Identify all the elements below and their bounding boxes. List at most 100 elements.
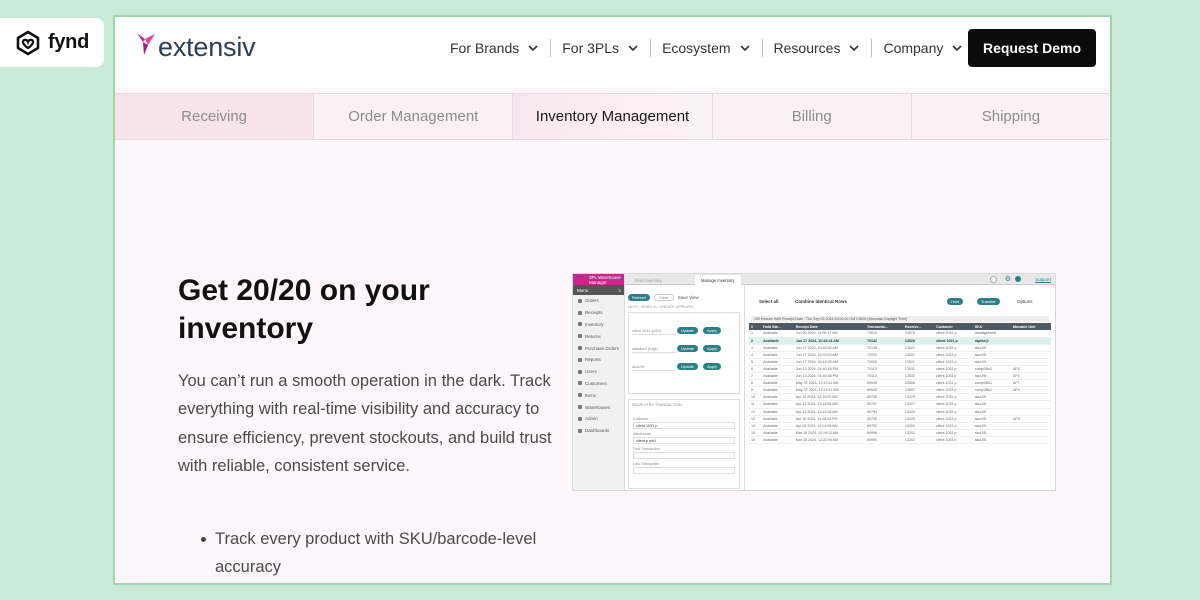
menu-for-3pls[interactable]: For 3PLs (551, 40, 650, 56)
table-header-cell: Movable Unit (1010, 323, 1051, 330)
app-sidebar-label: Users (585, 369, 597, 375)
app-results-bar: 100 Results With Receipt Date : Thu Sep … (751, 316, 1049, 322)
table-row: 13 Available Apr 10 2024, 11:48:23 PM 69795… (749, 415, 1051, 423)
table-cell: comp2Bu1 (972, 386, 1011, 395)
table-row: 7 Available Jun 13 2024, 01:40:08 PM 70113 1… (749, 372, 1051, 381)
app-customer-select: client 1031 p (633, 422, 735, 429)
app-tab-manage-inventory: Manage Inventory (695, 275, 741, 285)
table-cell: 13 (749, 415, 762, 423)
table-cell: skuUSt (972, 415, 1011, 423)
table-cell: 70113 (865, 365, 903, 374)
app-sidebar-item: Users (573, 366, 624, 378)
table-header-cell: Transactio... (865, 323, 903, 330)
app-sidebar-label: Orders (585, 298, 599, 304)
app-customer-label: Customer (633, 417, 649, 421)
app-sidebar-icon (578, 298, 582, 303)
fynd-logo-icon (16, 30, 40, 55)
table-cell: client 1031 p (934, 393, 973, 402)
app-apply-button: Apply (703, 345, 722, 352)
extensiv-bird-icon (137, 33, 155, 55)
table-cell: Available (761, 415, 794, 423)
table-cell: 13427 (902, 400, 935, 409)
table-cell: 69792 (865, 422, 903, 430)
app-sidebar-item: Admin (573, 413, 624, 425)
table-cell: client 1031 p (934, 429, 973, 437)
tab-inventory-management[interactable]: Inventory Management (513, 94, 713, 139)
table-cell: Apr 10 2024, 11:48:23 PM (793, 415, 866, 423)
app-save-view-button: Save View (677, 295, 699, 300)
table-cell (1010, 400, 1051, 409)
request-demo-button[interactable]: Request Demo (967, 29, 1096, 67)
menu-ecosystem[interactable]: Ecosystem (651, 40, 761, 56)
table-cell: client 1031 p (934, 330, 973, 338)
table-cell: Available (761, 393, 794, 402)
tab-receiving[interactable]: Receiving (115, 94, 315, 139)
tab-billing[interactable]: Billing (712, 94, 912, 139)
table-cell: Apr 13 2024, 12:15:00 AM (793, 393, 866, 402)
table-row: 3 Available Jun 17 2024, 10:43:00 AM 72135 1… (749, 344, 1051, 352)
table-row: 14 Available Apr 06 2024, 12:01:08 AM 69792… (749, 422, 1051, 430)
menu-resources[interactable]: Resources (763, 40, 872, 56)
app-update-button: Update (677, 327, 698, 334)
table-cell: client 1031 p (934, 415, 973, 423)
table-cell: client 1031 p (934, 372, 973, 381)
tab-shipping[interactable]: Shipping (911, 94, 1110, 139)
app-sidebar-icon (578, 428, 582, 433)
table-cell: 13202 (902, 429, 935, 437)
top-nav: extensiv For Brands For 3PLs Ecosystem R… (115, 17, 1110, 88)
table-cell: 13531 (902, 365, 935, 374)
table-cell: 13506 (902, 379, 935, 388)
table-cell: 69795 (865, 393, 903, 402)
info-icon (1015, 276, 1021, 282)
table-cell: 13521 (902, 344, 935, 352)
app-warehouse-label: Warehouse (633, 432, 652, 436)
table-cell: 13507 (902, 386, 935, 395)
table-cell: 13521 (902, 358, 935, 366)
table-cell: client 1031 p (934, 365, 973, 374)
table-cell: 72031 (865, 351, 903, 359)
table-cell: 7 (749, 372, 762, 381)
table-cell: Available (761, 379, 794, 388)
table-cell: 13521 (902, 351, 935, 359)
table-cell: AF6 (1010, 372, 1051, 381)
table-cell: 69940 (865, 386, 903, 395)
app-sidebar-icon (578, 357, 582, 362)
app-sidebar-label: Returns (585, 333, 601, 339)
table-cell: Apr 06 2024, 12:01:08 AM (793, 422, 866, 430)
extensiv-logo[interactable]: extensiv (135, 31, 256, 61)
menu-company[interactable]: Company (872, 40, 974, 56)
app-sidebar-label: Reports (585, 357, 601, 363)
table-cell: 69797 (865, 400, 903, 409)
app-last-trans-field (633, 467, 735, 474)
table-cell: skuUSt (972, 351, 1011, 359)
table-cell: 13309 (902, 422, 935, 430)
table-cell: client 1031 p (934, 358, 973, 366)
table-cell: 1 (749, 330, 762, 338)
table-cell: 9 (749, 386, 762, 395)
table-cell: 16 (749, 436, 762, 445)
table-cell: 69996 (865, 429, 903, 437)
table-cell (1010, 436, 1051, 445)
table-cell: skuUSt (972, 344, 1011, 352)
app-sidebar-label: Inventory (585, 321, 604, 327)
app-sidebar-item: Returns (573, 330, 624, 342)
menu-for-brands[interactable]: For Brands (439, 40, 550, 56)
table-cell: Jun 17 2024, 10:43:00 AM (793, 344, 866, 352)
table-cell: 3 (749, 344, 762, 352)
app-sidebar-item: Orders (573, 295, 624, 307)
app-sidebar-icon (578, 381, 582, 386)
chevron-down-icon (628, 45, 638, 52)
menu-label: Resources (773, 40, 841, 56)
table-cell: 13429 (902, 393, 935, 402)
chevron-down-icon (528, 45, 538, 52)
fynd-badge[interactable]: fynd (0, 18, 104, 67)
app-menu-header: Menu ≡ (573, 285, 624, 295)
table-cell: Mar 28 2024, 12:19:12 AM (793, 429, 866, 437)
table-cell (1010, 344, 1051, 352)
table-cell: client 1031 p (934, 351, 973, 359)
table-cell: skuUSt (972, 400, 1011, 409)
app-sidebar: 3PL Warehouse Manager Menu ≡ Orders Recei… (573, 274, 625, 490)
table-header-cell: Receipt Date (793, 323, 866, 330)
tab-order-management[interactable]: Order Management (314, 94, 514, 139)
table-cell: Available (761, 365, 794, 374)
